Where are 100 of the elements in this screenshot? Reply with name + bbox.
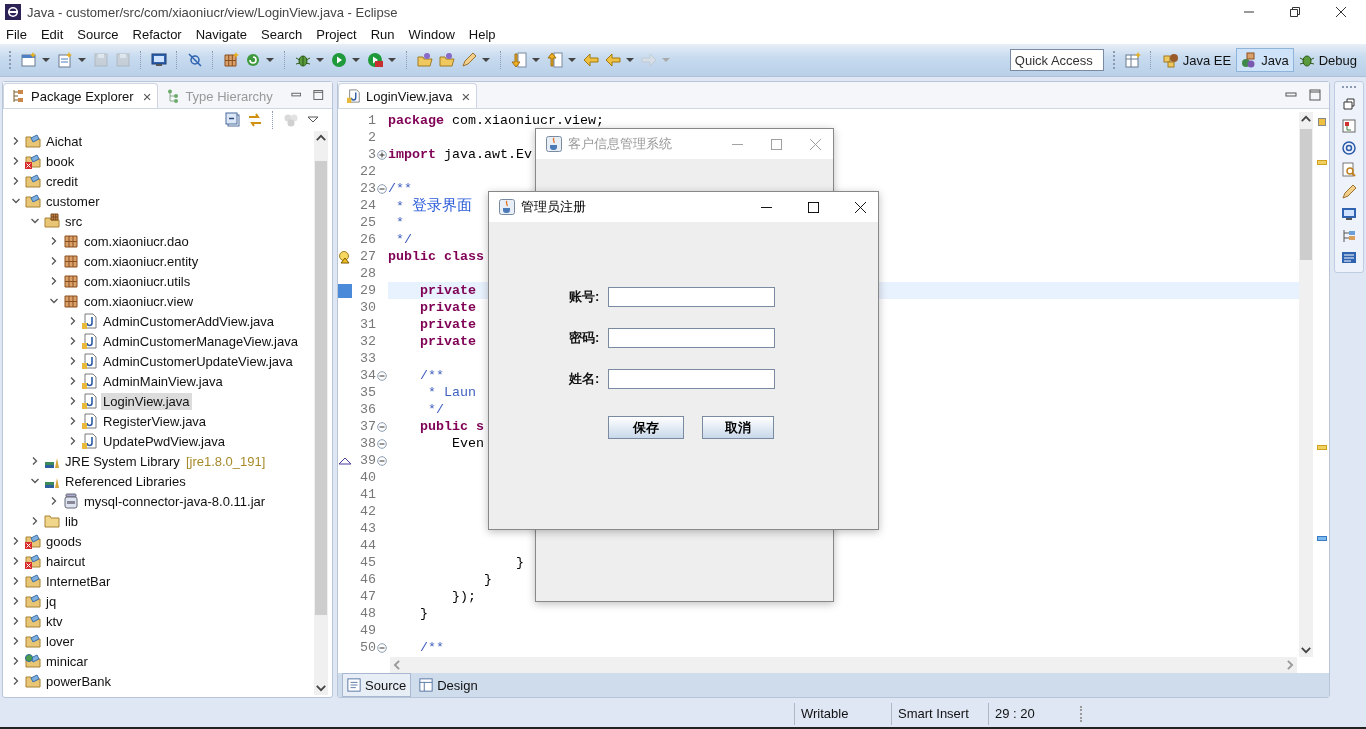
tree-item[interactable]: AdminCustomerAddView.java	[101, 312, 276, 330]
tree-item[interactable]: credit	[44, 172, 80, 190]
tree-item[interactable]: goods	[44, 532, 84, 550]
new-window-icon[interactable]	[21, 52, 37, 68]
perspective-button[interactable]: Debug	[1293, 48, 1362, 72]
tree-item[interactable]: ktv	[44, 612, 65, 630]
tree-item[interactable]: AdminMainView.java	[101, 372, 225, 390]
dropdown-caret-icon[interactable]	[388, 56, 396, 64]
chevron-right-icon[interactable]	[11, 636, 21, 646]
tree-item[interactable]: com.xiaoniucr.dao	[82, 232, 191, 250]
minus-circle-icon[interactable]	[377, 183, 387, 194]
chevron-right-icon[interactable]	[68, 316, 78, 326]
tree-item[interactable]: InternetBar	[44, 572, 113, 590]
tree-item[interactable]: haircut	[44, 552, 88, 570]
chevron-right-icon[interactable]	[11, 656, 21, 666]
hierarchy-icon[interactable]	[1341, 118, 1357, 134]
close-icon[interactable]	[1336, 7, 1346, 17]
tree-item[interactable]: lib	[63, 512, 80, 530]
tree-item[interactable]: com.xiaoniucr.view	[82, 292, 196, 310]
back-edit-icon[interactable]	[583, 52, 599, 68]
warning-bulb-icon[interactable]	[338, 249, 352, 264]
run-toolbox-icon[interactable]	[367, 52, 383, 68]
perspective-button[interactable]: Java	[1236, 48, 1294, 72]
chevron-right-icon[interactable]	[49, 256, 59, 266]
no-breakpoint-icon[interactable]	[187, 52, 203, 68]
scrollbar-thumb[interactable]	[315, 161, 327, 615]
chevron-down-icon[interactable]	[30, 216, 40, 226]
editor-tab[interactable]: LoginView.java ×	[338, 83, 478, 108]
tree-item[interactable]: src	[63, 212, 85, 230]
chevron-right-icon[interactable]	[11, 536, 21, 546]
dropdown-caret-icon[interactable]	[626, 56, 634, 64]
tree-item[interactable]: LoginView.java	[101, 392, 192, 410]
tree-item[interactable]: com.xiaoniucr.entity	[82, 252, 201, 270]
chevron-right-icon[interactable]	[11, 676, 21, 686]
close-tab-button[interactable]: ×	[461, 87, 471, 105]
minus-circle-icon[interactable]	[377, 438, 387, 449]
menu-item[interactable]: Source	[77, 26, 119, 42]
chevron-right-icon[interactable]	[49, 236, 59, 246]
chevron-right-icon[interactable]	[11, 136, 21, 146]
tree-item[interactable]: mysql-connector-java-8.0.11.jar	[82, 492, 268, 510]
menu-item[interactable]: Run	[370, 26, 395, 42]
link-arrows-icon[interactable]	[247, 112, 263, 128]
chevron-right-icon[interactable]	[11, 576, 21, 586]
input-field[interactable]	[608, 369, 775, 389]
brush-icon[interactable]	[1341, 184, 1357, 200]
tree-item[interactable]: book	[44, 152, 77, 170]
menu-item[interactable]: Refactor	[132, 26, 182, 42]
menu-item[interactable]: Help	[468, 26, 496, 42]
scrollbar-thumb[interactable]	[1300, 129, 1312, 260]
quick-access-field[interactable]: Quick Access	[1009, 49, 1104, 71]
dropdown-caret-icon[interactable]	[42, 56, 50, 64]
chevron-right-icon[interactable]	[68, 376, 78, 386]
left-arrow-icon[interactable]	[605, 52, 621, 68]
at-sign-icon[interactable]	[1341, 140, 1357, 156]
folder-open-icon[interactable]	[439, 52, 455, 68]
chevron-right-icon[interactable]	[68, 416, 78, 426]
chevron-down-icon[interactable]	[11, 196, 21, 206]
search-icon[interactable]	[1341, 162, 1357, 178]
up-arrow-icon[interactable]	[547, 52, 563, 68]
refresh-icon[interactable]	[245, 52, 261, 68]
chevron-right-icon[interactable]	[11, 556, 21, 566]
plus-circle-icon[interactable]	[377, 149, 387, 160]
monitor-icon[interactable]	[151, 52, 167, 68]
chevron-right-icon[interactable]	[11, 596, 21, 606]
input-field[interactable]	[608, 328, 775, 348]
editor-mode-tab[interactable]: Design	[415, 674, 482, 696]
down-arrow-icon[interactable]	[511, 52, 527, 68]
grid-plus-icon[interactable]	[223, 52, 239, 68]
menu-item[interactable]: Window	[408, 26, 455, 42]
tree-item[interactable]: powerBank	[44, 672, 114, 690]
tree-item[interactable]: jq	[44, 592, 59, 610]
chevron-right-icon[interactable]	[11, 176, 21, 186]
dropdown-caret-icon[interactable]	[352, 56, 360, 64]
chevron-right-icon[interactable]	[30, 456, 40, 466]
maximize-icon[interactable]	[808, 201, 819, 213]
menu-item[interactable]: Navigate	[195, 26, 247, 42]
input-field[interactable]	[608, 287, 775, 307]
tree-item[interactable]: JRE System Library	[63, 452, 182, 470]
open-perspective-icon[interactable]	[1124, 52, 1141, 68]
menu-item[interactable]: File	[6, 26, 27, 42]
dropdown-caret-icon[interactable]	[78, 56, 86, 64]
tree-item[interactable]: com.xiaoniucr.utils	[82, 272, 193, 290]
collapse-all-icon[interactable]	[225, 112, 241, 128]
tree-item[interactable]: customer	[44, 192, 102, 210]
pencil-icon[interactable]	[461, 52, 477, 68]
chevron-right-icon[interactable]	[49, 276, 59, 286]
minus-circle-icon[interactable]	[377, 455, 387, 466]
dropdown-caret-icon[interactable]	[532, 56, 540, 64]
console-icon[interactable]	[1341, 206, 1357, 222]
run-icon[interactable]	[331, 52, 347, 68]
occurrence-marker-icon[interactable]	[338, 283, 352, 298]
dialog-button[interactable]: 保存	[608, 416, 684, 439]
tree-item[interactable]: AdminCustomerManageView.java	[101, 332, 300, 350]
view-tab[interactable]: Package Explorer ×	[3, 83, 159, 108]
menu-item[interactable]: Edit	[40, 26, 64, 42]
tree-item[interactable]: lover	[44, 632, 77, 650]
tree-item[interactable]: AdminCustomerUpdateView.java	[101, 352, 295, 370]
menu-item[interactable]: Project	[316, 26, 357, 42]
tree-item[interactable]: RegisterView.java	[101, 412, 209, 430]
dropdown-caret-icon[interactable]	[568, 56, 576, 64]
